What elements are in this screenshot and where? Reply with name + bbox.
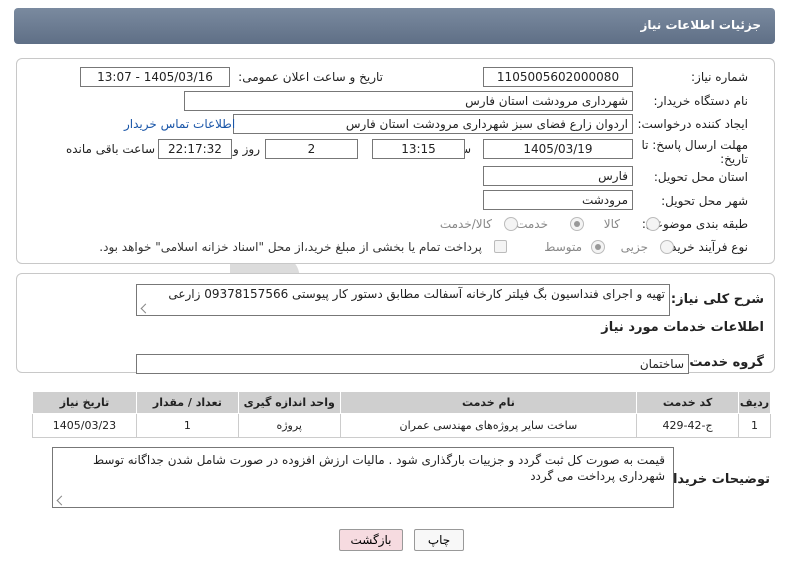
category-goods-label: کالا: [603, 217, 620, 231]
service-name: ساخت سایر پروژه‌های مهندسی عمران: [339, 413, 638, 438]
buyer-org-label: نام دستگاه خریدار:: [653, 94, 749, 108]
services-table-header: ردیف کد خدمت نام خدمت واحد اندازه گیری ت…: [32, 391, 771, 414]
services-table: ردیف کد خدمت نام خدمت واحد اندازه گیری ت…: [32, 391, 771, 438]
need-number-label: شماره نیاز:: [691, 70, 748, 84]
city-label: شهر محل تحویل:: [661, 194, 748, 208]
buyer-contact-link[interactable]: اطلاعات تماس خریدار: [124, 117, 235, 131]
requester-label: ایجاد کننده درخواست:: [637, 117, 748, 131]
announce-datetime-label: تاریخ و ساعت اعلان عمومی:: [238, 70, 383, 84]
service-code: ج-42-429: [636, 413, 740, 438]
remaining-days-field[interactable]: 2: [265, 139, 358, 159]
col-name-header: نام خدمت: [339, 391, 638, 414]
province-label: استان محل تحویل:: [653, 170, 748, 184]
deadline-time-field[interactable]: 13:15: [372, 139, 465, 159]
col-code-header: کد خدمت: [636, 391, 740, 414]
category-service-radio[interactable]: [570, 217, 584, 231]
buyer-notes-label: توضیحات خریدار:: [660, 472, 770, 487]
requester-field[interactable]: اردوان زارع فضای سبز شهرداری مرودشت استا…: [233, 114, 633, 134]
deadline-date-field[interactable]: 1405/03/19: [483, 139, 633, 159]
description-field[interactable]: تهیه و اجرای فنداسیون بگ فیلتر کارخانه آ…: [136, 284, 670, 316]
category-goods-service-label: کالا/خدمت: [439, 217, 492, 231]
row-number: 1: [738, 413, 771, 438]
service-unit: پروژه: [237, 413, 341, 438]
col-row-header: ردیف: [738, 391, 771, 414]
table-row[interactable]: 1 ج-42-429 ساخت سایر پروژه‌های مهندسی عم…: [32, 413, 771, 438]
purchase-medium-radio[interactable]: [591, 240, 605, 254]
buyer-org-field[interactable]: شهرداری مرودشت استان فارس: [184, 91, 633, 111]
remaining-time-field[interactable]: 22:17:32: [158, 139, 232, 159]
service-qty: 1: [135, 413, 239, 438]
description-label: شرح کلی نیاز:: [670, 292, 764, 307]
purchase-medium-label: متوسط: [544, 240, 582, 254]
category-goods-service-radio[interactable]: [504, 217, 518, 231]
treasury-payment-checkbox[interactable]: [494, 240, 507, 253]
category-goods-radio[interactable]: [646, 217, 660, 231]
back-button[interactable]: بازگشت: [339, 529, 403, 551]
service-group-label: گروه خدمت:: [684, 355, 764, 370]
announce-datetime-field[interactable]: 1405/03/16 - 13:07: [80, 67, 230, 87]
col-qty-header: تعداد / مقدار: [135, 391, 239, 414]
print-button[interactable]: چاپ: [414, 529, 464, 551]
days-label: روز و: [233, 142, 260, 156]
category-service-label: خدمت: [516, 217, 548, 231]
remaining-time-label: ساعت باقی مانده: [65, 142, 155, 156]
deadline-label: مهلت ارسال پاسخ: تا تاریخ:: [641, 138, 748, 166]
page-header: جزئیات اطلاعات نیاز: [14, 8, 775, 44]
treasury-payment-note: پرداخت تمام یا بخشی از مبلغ خرید،از محل …: [99, 240, 482, 254]
service-date: 1405/03/23: [32, 413, 137, 438]
service-group-field[interactable]: ساختمان: [136, 354, 689, 374]
purchase-type-label: نوع فرآیند خرید :: [663, 240, 748, 254]
col-unit-header: واحد اندازه گیری: [237, 391, 341, 414]
services-section-title: اطلاعات خدمات مورد نیاز: [601, 320, 764, 335]
buyer-notes-field[interactable]: قیمت به صورت کل ثبت گردد و جزییات بارگذا…: [52, 447, 674, 508]
need-number-field[interactable]: 1105005602000080: [483, 67, 633, 87]
city-field[interactable]: مرودشت: [483, 190, 633, 210]
province-field[interactable]: فارس: [483, 166, 633, 186]
purchase-minor-radio[interactable]: [660, 240, 674, 254]
col-date-header: تاریخ نیاز: [32, 391, 137, 414]
page-title: جزئیات اطلاعات نیاز: [640, 18, 761, 32]
purchase-minor-label: جزیی: [620, 240, 648, 254]
